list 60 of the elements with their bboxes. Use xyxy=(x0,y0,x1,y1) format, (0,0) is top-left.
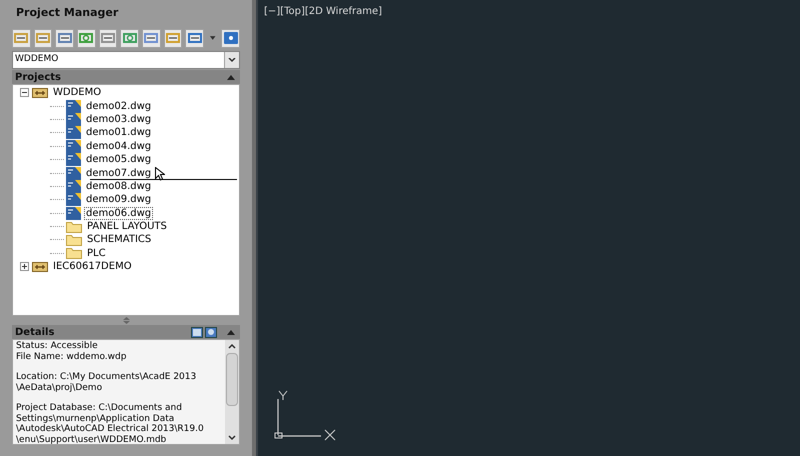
refresh-icon xyxy=(79,32,94,44)
collapse-icon[interactable] xyxy=(20,88,29,98)
details-line: \AeData\proj\Demo xyxy=(16,382,104,393)
tree-item[interactable]: SCHEMATICS xyxy=(85,233,154,246)
expand-icon[interactable] xyxy=(20,262,29,272)
mouse-cursor-icon xyxy=(155,167,165,181)
drawing-file-icon xyxy=(66,153,81,166)
toolbar-button[interactable] xyxy=(55,28,74,48)
drawing-file-icon xyxy=(66,180,81,193)
drawing-file-icon xyxy=(66,166,81,180)
tree-item[interactable]: PLC xyxy=(85,246,108,260)
project-folder-icon xyxy=(32,87,48,98)
drawing-file-icon xyxy=(66,100,81,113)
tree-item[interactable]: PANEL LAYOUTS xyxy=(85,220,169,234)
tree-item[interactable]: demo09.dwg xyxy=(84,193,154,206)
tree-item[interactable]: demo07.dwg xyxy=(84,166,154,180)
project-combo[interactable]: WDDEMO xyxy=(12,51,240,69)
tree-item[interactable]: demo01.dwg xyxy=(84,126,154,140)
drawing-file-icon xyxy=(66,112,81,126)
help-icon xyxy=(224,32,238,44)
toolbar-button[interactable] xyxy=(12,28,31,48)
toolbar-button[interactable] xyxy=(221,28,240,48)
folder-icon xyxy=(66,247,82,260)
tree-item[interactable]: demo05.dwg xyxy=(84,153,154,166)
tree-item[interactable]: demo08.dwg xyxy=(84,180,154,193)
drawing-file-icon xyxy=(66,126,81,140)
toolbar-button[interactable] xyxy=(98,28,118,48)
folder-icon xyxy=(66,234,82,246)
tree-item[interactable]: demo03.dwg xyxy=(84,112,154,126)
caret-icon[interactable] xyxy=(208,35,216,41)
details-line: Project Database: C:\Documents and xyxy=(16,403,183,414)
toolbar-button[interactable] xyxy=(185,28,204,48)
tree-item[interactable]: IEC60617DEMO xyxy=(51,260,134,274)
tree-item[interactable]: WDDEMO xyxy=(51,86,104,100)
details-line: Location: C:\My Documents\AcadE 2013 xyxy=(16,372,198,382)
refresh-icon xyxy=(122,32,137,44)
details-line: \Autodesk\AutoCAD Electrical 2013\R19.0 xyxy=(16,424,205,434)
section-title: Projects xyxy=(15,70,62,84)
toolbar-button[interactable] xyxy=(164,28,182,48)
toolbar-button[interactable] xyxy=(34,28,52,48)
viewport-controls[interactable]: [−][Top][2D Wireframe] xyxy=(264,4,382,19)
tree-item[interactable]: demo04.dwg xyxy=(84,140,154,153)
section-title: Details xyxy=(15,326,56,340)
drawing-file-icon xyxy=(66,193,81,206)
drawing-file-icon xyxy=(66,206,81,220)
collapse-arrow-icon[interactable] xyxy=(227,330,235,334)
tree-item[interactable]: demo06.dwg xyxy=(84,206,154,220)
panel-title: Project Manager xyxy=(16,4,118,21)
tree-item[interactable]: demo02.dwg xyxy=(84,100,154,113)
drawing-file-icon xyxy=(66,140,81,153)
dropdown-caret-icon xyxy=(228,58,236,62)
details-line: File Name: wddemo.wdp xyxy=(16,352,128,362)
details-line: Status: Accessible xyxy=(16,341,99,352)
details-line: \enu\Support\user\WDDEMO.mdb xyxy=(16,434,168,445)
scroll-thumb[interactable] xyxy=(226,353,238,406)
project-folder-icon xyxy=(32,261,48,272)
details-line: Settings\murnenp\Application Data xyxy=(16,414,176,424)
folder-icon xyxy=(66,220,82,233)
collapse-arrow-icon[interactable] xyxy=(227,74,235,80)
toolbar-button[interactable] xyxy=(142,28,161,48)
